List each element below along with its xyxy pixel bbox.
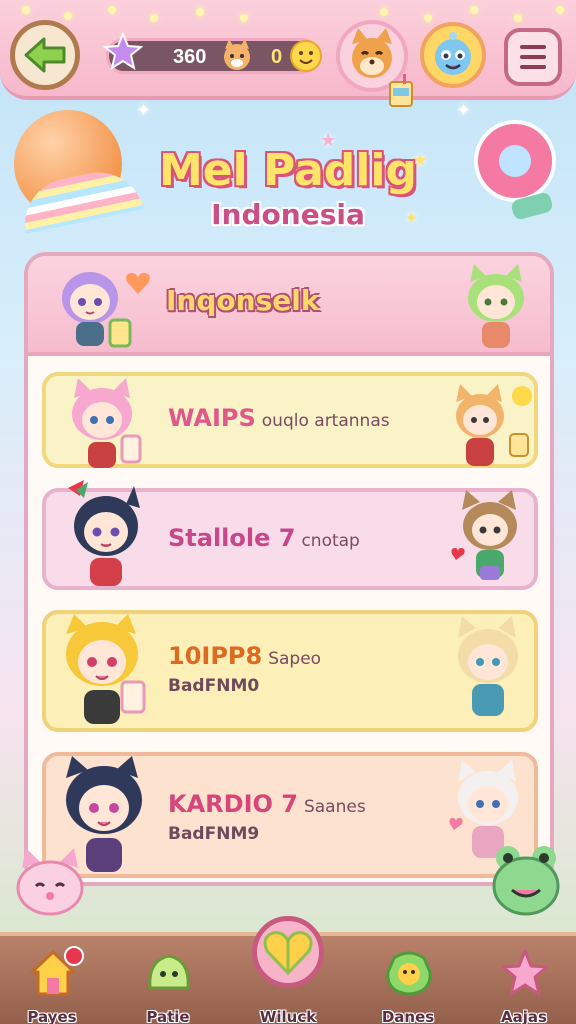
game-card[interactable]: KARDIO 7 Saanes BadFNM9	[42, 752, 538, 878]
nav-label: Wiluck	[259, 1008, 317, 1024]
game-title: Mel Padlig Indonesia	[120, 145, 456, 231]
card-title-line: WAIPS ouqlo artannas	[168, 404, 390, 432]
sparkle-icon: ✦	[136, 100, 152, 121]
nav-label: Danes	[381, 1008, 435, 1024]
top-bar: 360 0	[0, 0, 576, 107]
panel-header: Inqonselk	[28, 256, 550, 356]
bottom-navigation: Payes Patie Wiluck Danes Aajas	[0, 916, 576, 1024]
nav-item-patie[interactable]: Patie	[120, 944, 216, 1024]
panel-header-label: Inqonselk	[166, 284, 320, 317]
card-secondary-line: BadFNM9	[168, 824, 260, 844]
frog-icon	[386, 951, 432, 996]
game-card[interactable]: 10IPP8 Sapeo BadFNM0	[42, 610, 538, 732]
blue-monster-icon	[435, 32, 471, 75]
game-card[interactable]: Stallole 7 cnotap	[42, 480, 538, 590]
nav-label: Patie	[146, 1008, 190, 1024]
sparkle-icon: ✦	[456, 100, 472, 121]
card-secondary-line: BadFNM0	[168, 676, 260, 696]
lollipop-decoration	[474, 120, 556, 202]
green-frog-mascot-icon	[492, 846, 560, 916]
juice-box-icon	[389, 74, 413, 107]
nav-item-danes[interactable]: Danes	[360, 944, 456, 1024]
card-title-line: Stallole 7 cnotap	[168, 524, 360, 552]
dark-hair-cat-girl-chibi-icon	[68, 480, 140, 586]
title-line-1: Mel Padlig	[159, 145, 417, 196]
title-line-2: Indonesia	[211, 198, 365, 231]
card-title: KARDIO 7	[168, 790, 298, 818]
currency-bar: 360 0	[103, 31, 322, 74]
star-gem-icon	[103, 31, 143, 71]
pink-cat-mascot-icon	[16, 848, 84, 916]
currency-secondary-value: 0	[271, 46, 283, 68]
slime-icon	[148, 954, 190, 990]
notification-badge	[64, 946, 84, 966]
star-icon	[501, 949, 549, 996]
string-lights-decoration	[0, 0, 576, 26]
pink-cat-girl-chibi-icon	[72, 378, 142, 468]
hamburger-line	[520, 65, 546, 69]
green-cat-girl-chibi-icon	[468, 264, 524, 348]
card-subtitle: cnotap	[301, 531, 360, 551]
friend-avatar-button[interactable]	[420, 22, 486, 88]
hamburger-line	[520, 45, 546, 49]
heart-icon	[126, 272, 150, 294]
card-subtitle: Sapeo	[268, 649, 322, 669]
nav-item-wiluck[interactable]: Wiluck	[240, 944, 336, 1024]
hamburger-line	[520, 55, 546, 59]
card-subtitle: ouqlo artannas	[261, 411, 390, 431]
card-title-line: KARDIO 7 Saanes	[168, 790, 366, 818]
nav-item-payes[interactable]: Payes	[4, 944, 100, 1024]
back-button[interactable]	[10, 20, 80, 90]
card-subtitle: Saanes	[303, 797, 366, 817]
currency-primary-value: 360	[173, 46, 207, 68]
blonde-cat-boy-chibi-icon	[458, 616, 518, 716]
arrow-left-icon	[24, 37, 66, 73]
cat-pet-icon	[224, 39, 250, 70]
card-title: 10IPP8	[168, 642, 263, 670]
nav-label: Payes	[27, 1008, 77, 1024]
main-panel: Inqonselk WAIPS ouqlo artannas Stallole …	[24, 252, 554, 886]
brown-cat-boy-chibi-icon	[451, 490, 517, 580]
nav-item-aajas[interactable]: Aajas	[476, 944, 572, 1024]
game-card[interactable]: WAIPS ouqlo artannas	[42, 372, 538, 468]
card-title-line: 10IPP8 Sapeo	[168, 642, 321, 670]
card-title: Stallole 7	[168, 524, 296, 552]
menu-button[interactable]	[504, 28, 562, 86]
card-title: WAIPS	[168, 404, 256, 432]
smiley-coin-icon	[290, 40, 322, 72]
fox-boy-chibi-icon	[456, 384, 532, 466]
blonde-cat-girl-chibi-icon	[66, 614, 146, 724]
nav-label: Aajas	[501, 1008, 547, 1024]
